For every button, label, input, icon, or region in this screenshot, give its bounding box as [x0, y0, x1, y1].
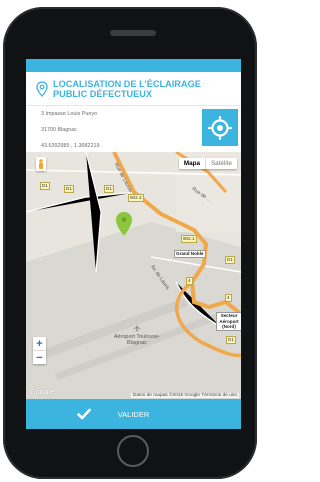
map-type-map[interactable]: Mapa — [179, 158, 206, 169]
zoom-out-button[interactable]: − — [33, 351, 46, 364]
phone-frame: LOCALISATION DE L’ÉCLAIRAGE PUBLIC DÉFEC… — [3, 7, 257, 479]
locate-me-button[interactable] — [202, 109, 238, 146]
crosshair-locate-icon — [208, 115, 232, 140]
road-label: 902.3 — [128, 194, 144, 202]
road-label: D1 — [64, 185, 74, 193]
app-screen: LOCALISATION DE L’ÉCLAIRAGE PUBLIC DÉFEC… — [26, 59, 241, 429]
zoom-controls: + − — [33, 337, 46, 364]
valider-button[interactable]: VALIDER — [26, 399, 241, 429]
place-sign-secteur: Secteur Aéroport (Nord) — [216, 312, 241, 331]
page-title: LOCALISATION DE L’ÉCLAIRAGE PUBLIC DÉFEC… — [53, 78, 201, 99]
airport-name: Aéroport Toulouse-Blagnac — [113, 334, 161, 346]
status-bar — [26, 59, 241, 72]
valider-label: VALIDER — [117, 409, 150, 419]
airport-label: Aéroport Toulouse-Blagnac — [110, 324, 164, 346]
map-type-switch: Mapa Satélite — [178, 158, 237, 169]
map-attribution[interactable]: Datos de mapas ©2015 Google Términos de … — [130, 393, 239, 398]
map-pin-icon — [36, 80, 48, 97]
checkmark-icon — [77, 408, 91, 420]
page-header: LOCALISATION DE L’ÉCLAIRAGE PUBLIC DÉFEC… — [26, 72, 241, 106]
airplane-icon — [133, 324, 141, 332]
road-label: 4 — [225, 294, 232, 302]
map-view[interactable]: Mapa Satélite 902.3 902.1 D1 D1 D1 D1 4 … — [26, 152, 241, 399]
street-view-pegman[interactable] — [36, 157, 46, 171]
pegman-icon — [39, 158, 43, 169]
zoom-in-button[interactable]: + — [33, 337, 46, 351]
address-panel: 3 Impasse Louis Pueyo 31700 Blagnac 43.6… — [26, 106, 241, 152]
map-type-satellite[interactable]: Satélite — [206, 158, 237, 169]
phone-speaker — [110, 30, 156, 36]
map-canvas — [26, 152, 241, 399]
road-label: 4 — [186, 277, 193, 285]
google-logo: Google — [30, 389, 55, 396]
road-label: 902.1 — [181, 235, 197, 243]
road-label: D1 — [225, 256, 235, 264]
road-label: D1 — [226, 336, 236, 344]
road-label: D1 — [40, 182, 50, 190]
home-button[interactable] — [117, 435, 149, 467]
road-label: D1 — [104, 185, 114, 193]
place-sign-grand-noble: Grand Noble — [174, 250, 206, 258]
